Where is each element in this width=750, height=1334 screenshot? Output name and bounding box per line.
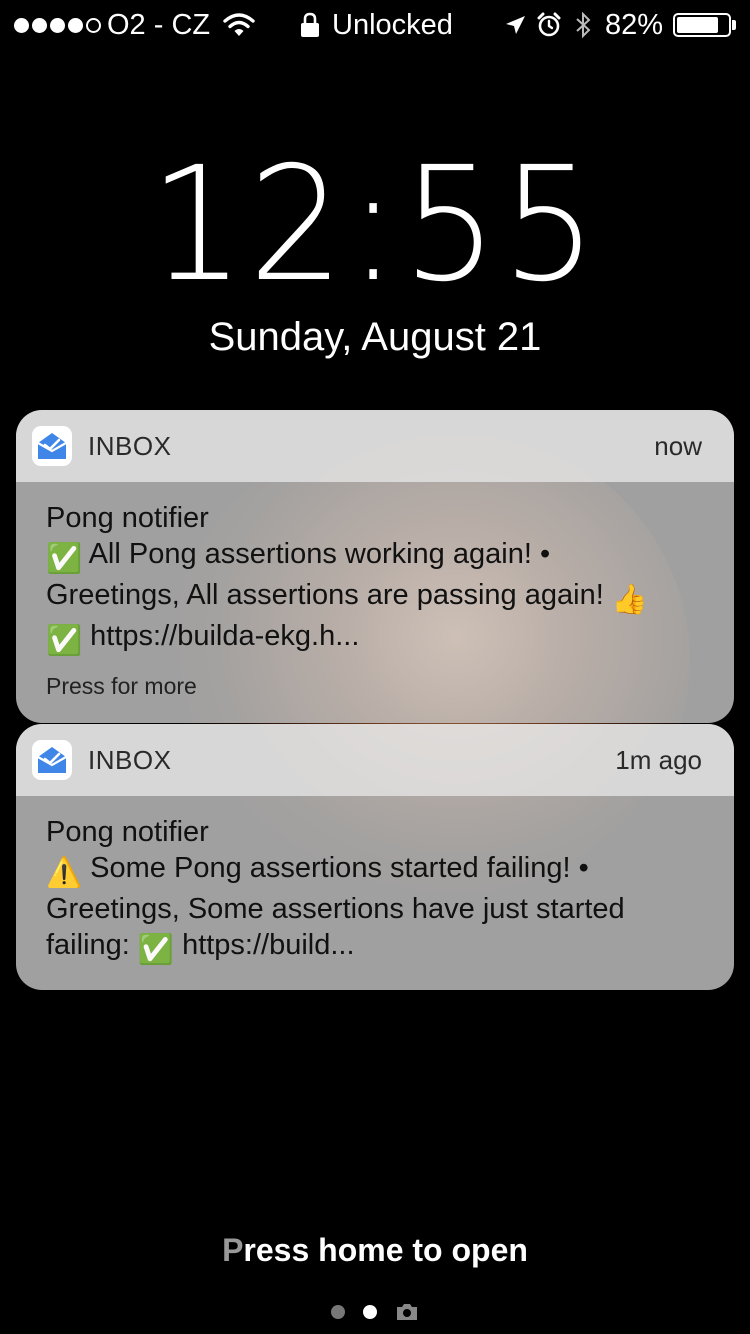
notification-title: Pong notifier [46, 502, 209, 534]
press-home-text: ress home to open [243, 1232, 528, 1268]
warning-icon: ⚠️ [46, 857, 83, 889]
notification-link: https://builda-ekg.h... [90, 620, 360, 652]
battery-icon [673, 13, 736, 37]
inbox-app-icon [32, 740, 72, 780]
location-icon [505, 16, 525, 34]
check-mark-icon: ✅ [46, 625, 83, 657]
notification-line: ⚠️ Some Pong assertions started failing!… [46, 850, 704, 891]
battery-body [673, 13, 731, 37]
wifi-icon [223, 13, 255, 36]
check-mark-icon: ✅ [137, 934, 174, 966]
page-indicator[interactable] [0, 1302, 750, 1322]
page-dot-widgets[interactable] [331, 1305, 345, 1319]
camera-icon[interactable] [395, 1302, 419, 1322]
notification-subject: All Pong assertions working again! [88, 538, 532, 570]
press-for-more: Press for more [46, 673, 197, 699]
signal-dot [50, 17, 65, 33]
notification-title: Pong notifier [46, 816, 209, 848]
lock-status: Unlocked [332, 9, 453, 41]
notification-link: https://build... [182, 929, 355, 961]
signal-dot [86, 17, 101, 33]
notification-line: failing: ✅ https://build... [46, 927, 704, 968]
notification-app-name: INBOX [88, 430, 172, 461]
notification-body: Pong notifier ⚠️ Some Pong assertions st… [16, 796, 734, 990]
signal-dot [14, 17, 29, 33]
notification-app-name: INBOX [88, 744, 172, 775]
notification-card[interactable]: INBOX now Pong notifier ✅ All Pong asser… [16, 410, 734, 723]
notification-time: 1m ago [615, 744, 702, 775]
notification-time: now [654, 430, 702, 461]
battery-percent: 82% [604, 9, 663, 41]
battery-fill [677, 17, 718, 33]
notification-subject: Some Pong assertions started failing! [90, 852, 571, 884]
inbox-app-icon [32, 426, 72, 466]
notification-line: ✅ https://builda-ekg.h... [46, 618, 704, 659]
carrier-name: O2 - CZ [107, 9, 211, 41]
notification-line: ✅ All Pong assertions working again! • [46, 536, 704, 577]
notification-header: INBOX 1m ago [16, 724, 734, 796]
status-bar: O2 - CZ Unlocked 82% [0, 0, 750, 50]
signal-strength [14, 17, 101, 33]
status-left: O2 - CZ [14, 0, 256, 50]
page-dot-lock[interactable] [363, 1305, 377, 1319]
check-mark-icon: ✅ [46, 543, 83, 575]
press-home-first-letter: P [222, 1232, 244, 1268]
lock-icon [301, 12, 319, 37]
notification-preview: failing: [46, 929, 130, 961]
signal-dot [68, 17, 83, 33]
status-right: 82% [503, 0, 736, 50]
notification-card[interactable]: INBOX 1m ago Pong notifier ⚠️ Some Pong … [16, 724, 734, 990]
thumbs-up-icon: 👍 [611, 584, 648, 616]
alarm-icon [537, 12, 561, 37]
notification-preview: Greetings, Some assertions have just sta… [46, 893, 625, 925]
notification-preview: Greetings, All assertions are passing ag… [46, 579, 604, 611]
status-center: Unlocked [300, 0, 453, 50]
lock-clock: 12:55 [149, 133, 601, 317]
notification-body: Pong notifier ✅ All Pong assertions work… [16, 482, 734, 723]
notification-header: INBOX now [16, 410, 734, 482]
notification-line: Greetings, All assertions are passing ag… [46, 577, 704, 618]
bullet-separator: • [578, 852, 589, 884]
battery-tip [732, 20, 736, 30]
press-home-hint: Press home to open [0, 1228, 750, 1272]
bluetooth-icon [576, 11, 591, 39]
bullet-separator: • [539, 538, 551, 570]
lock-date: Sunday, August 21 [208, 315, 542, 359]
signal-dot [32, 17, 47, 33]
notification-line: Greetings, Some assertions have just sta… [46, 891, 704, 927]
